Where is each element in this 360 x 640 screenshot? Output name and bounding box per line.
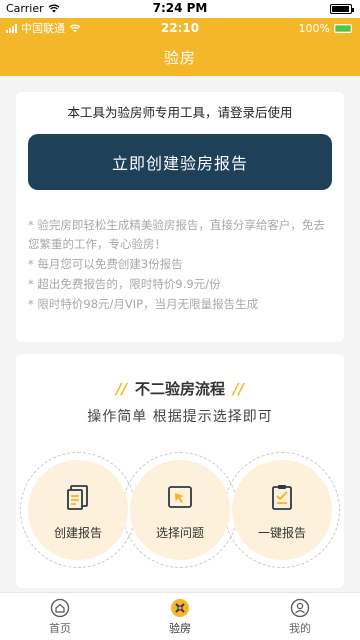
app-header: 中国联通 22:10 100% 验房 [0, 18, 360, 76]
document-icon [67, 485, 88, 510]
step-label: 选择问题 [155, 526, 204, 540]
create-report-button[interactable]: 立即创建验房报告 [28, 134, 332, 190]
home-icon [50, 598, 70, 617]
battery-percent: 100% [298, 21, 330, 35]
flow-subtitle: 操作简单 根据提示选择即可 [87, 409, 273, 425]
select-cursor-icon [168, 486, 192, 508]
app-status-right: 100% [299, 22, 352, 35]
description-line: * 每月您可以免费创建3份报告 [28, 257, 183, 271]
tab-inspect[interactable]: 验房 [120, 593, 240, 640]
intro-card: 本工具为验房师专用工具，请登录后使用 立即创建验房报告 * 验完房即轻松生成精美… [16, 92, 344, 342]
tab-home[interactable]: 首页 [0, 593, 120, 640]
login-notice: 本工具为验房师专用工具，请登录后使用 [67, 105, 293, 120]
description-line: * 验完房即轻松生成精美验房报告，直接分享给客户，免去您繁重的工作，专心验房！ [28, 218, 325, 251]
step-create-report[interactable]: 创建报告 [28, 460, 128, 560]
page-title: 验房 [163, 48, 196, 67]
flow-title: 不二验房流程 [134, 380, 225, 398]
feature-description: * 验完房即轻松生成精美验房报告，直接分享给客户，免去您繁重的工作，专心验房！ … [28, 216, 334, 315]
slash-decoration-left: // [116, 380, 127, 398]
step-label: 一键报告 [257, 526, 306, 540]
device-status-bar: Carrier 7:24 PM [0, 0, 360, 18]
step-one-click-report[interactable]: 一键报告 [232, 460, 332, 560]
flow-title-row: // 不二验房流程 // [16, 378, 344, 399]
tab-label: 验房 [169, 621, 191, 635]
battery-icon [334, 23, 352, 33]
device-time: 7:24 PM [152, 1, 208, 15]
tab-profile[interactable]: 我的 [240, 593, 360, 640]
description-line: * 限时特价98元/月VIP，当月无限量报告生成 [28, 297, 259, 311]
inspect-icon [171, 598, 189, 617]
tab-label: 首页 [49, 621, 71, 635]
flow-card: // 不二验房流程 // 操作简单 根据提示选择即可 创建报告 选择问题 一键报告 [16, 354, 344, 588]
step-label: 创建报告 [53, 526, 102, 540]
step-select-issue[interactable]: 选择问题 [130, 460, 230, 560]
tab-label: 我的 [289, 621, 311, 635]
user-icon [290, 598, 310, 617]
clipboard-check-icon [272, 485, 292, 510]
flow-steps: 创建报告 选择问题 一键报告 [16, 450, 344, 580]
app-status-bar: 中国联通 22:10 100% [0, 18, 360, 38]
description-line: * 超出免费报告的，限时特价9.9元/份 [28, 277, 221, 291]
slash-decoration-right: // [233, 380, 244, 398]
battery-icon [330, 4, 354, 14]
bottom-tab-bar: 首页 验房 我的 [0, 592, 360, 640]
